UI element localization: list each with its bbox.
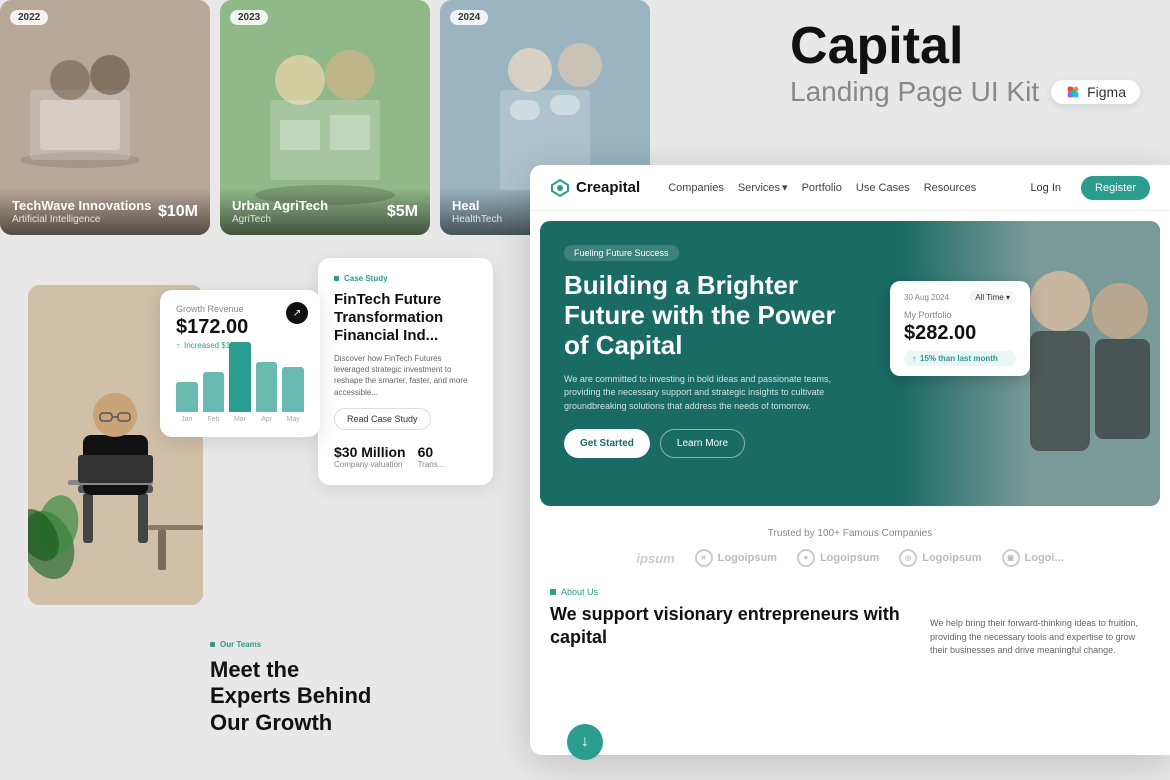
about-desc: We help bring their forward-thinking ide… <box>930 587 1150 658</box>
growth-arrow-icon: ↗ <box>286 302 308 324</box>
nav-usecases[interactable]: Use Cases <box>856 181 910 194</box>
growth-widget: ↗ Growth Revenue $172.00 ↑ Increased $15… <box>160 290 320 437</box>
figma-icon <box>1065 84 1081 100</box>
invest-card-2[interactable]: 2023 Urban AgriTech AgriTech $5M <box>220 0 430 235</box>
right-title-section: Capital Landing Page UI Kit Figma <box>790 20 1140 108</box>
growth-months: Jan Feb Mar Apr May <box>176 416 304 423</box>
hero-tag: Fueling Future Success <box>564 245 679 261</box>
logo-circle-5: ▣ <box>1002 549 1020 567</box>
navbar: Creapital Companies Services ▾ Portfolio… <box>530 165 1170 211</box>
page-subtitle: Landing Page UI Kit Figma <box>790 76 1140 108</box>
case-study-title: FinTech Future Transformation Financial … <box>334 291 477 345</box>
hero-desc: We are committed to investing in bold id… <box>564 373 856 414</box>
logo-item-5: ▣ Logoi... <box>1002 549 1064 567</box>
nav-portfolio[interactable]: Portfolio <box>802 181 842 194</box>
case-study-card: Case Study FinTech Future Transformation… <box>318 258 493 485</box>
nav-actions: Log In Register <box>1020 176 1150 200</box>
case-stat-2: 60 Trans... <box>418 444 445 469</box>
nav-logo[interactable]: Creapital <box>550 178 640 198</box>
growth-bar-feb <box>203 372 225 412</box>
year-badge-1: 2022 <box>10 10 48 25</box>
growth-bar-jan <box>176 382 198 412</box>
page-title: Capital <box>790 20 1140 72</box>
logo-item-2: ✕ Logoipsum <box>695 549 777 567</box>
year-badge-3: 2024 <box>450 10 488 25</box>
card-amount-2: $5M <box>387 203 418 221</box>
portfolio-card: 30 Aug 2024 All Time ▾ My Portfolio $282… <box>890 281 1030 376</box>
canvas: Capital Landing Page UI Kit Figma <box>0 0 1170 780</box>
hero-content: Fueling Future Success Building a Bright… <box>540 221 880 480</box>
logo-circle-3: ✦ <box>797 549 815 567</box>
case-stat-label-2: Trans... <box>418 460 445 469</box>
nav-resources[interactable]: Resources <box>924 181 977 194</box>
case-stat-1: $30 Million Company valuation <box>334 444 406 469</box>
logo-item-4: ◎ Logoipsum <box>899 549 981 567</box>
trusted-label: Trusted by 100+ Famous Companies <box>550 528 1150 539</box>
case-stats: $30 Million Company valuation 60 Trans..… <box>334 444 477 469</box>
hero-title: Building a Brighter Future with the Powe… <box>564 271 856 361</box>
learn-more-button[interactable]: Learn More <box>660 429 745 458</box>
hero-section: Fueling Future Success Building a Bright… <box>540 221 1160 506</box>
nav-companies[interactable]: Companies <box>668 181 724 194</box>
portfolio-label: My Portfolio <box>904 310 1016 320</box>
growth-bar-may <box>282 367 304 412</box>
about-section: About Us We support visionary entreprene… <box>530 575 1170 670</box>
teams-title: Meet the Experts Behind Our Growth <box>210 657 385 736</box>
card-amount-1: $10M <box>158 203 198 221</box>
teams-tag-dot <box>210 642 215 647</box>
month-mar: Mar <box>229 416 251 423</box>
portfolio-date: 30 Aug 2024 <box>904 293 949 302</box>
case-study-tag: Case Study <box>334 274 477 283</box>
logo-icon <box>550 178 570 198</box>
logo-item-1: ipsum <box>636 551 674 566</box>
invest-card-1[interactable]: 2022 TechWave Innovations Artificial Int… <box>0 0 210 235</box>
about-title: We support visionary entrepreneurs with … <box>550 603 910 648</box>
growth-bars <box>176 362 304 412</box>
logos-row: ipsum ✕ Logoipsum ✦ Logoipsum ◎ Logoipsu… <box>550 549 1150 567</box>
year-badge-2: 2023 <box>230 10 268 25</box>
scroll-down-button[interactable]: ↓ <box>567 724 603 760</box>
hero-buttons: Get Started Learn More <box>564 429 856 458</box>
get-started-button[interactable]: Get Started <box>564 429 650 458</box>
about-tag: About Us <box>550 587 910 597</box>
case-stat-value-2: 60 <box>418 444 445 460</box>
portfolio-change: ↑ 15% than last month <box>904 351 1016 366</box>
nav-logo-text: Creapital <box>576 179 640 196</box>
browser-mockup: Creapital Companies Services ▾ Portfolio… <box>530 165 1170 755</box>
nav-links: Companies Services ▾ Portfolio Use Cases… <box>668 181 1002 194</box>
case-study-tag-dot <box>334 276 339 281</box>
nav-services[interactable]: Services ▾ <box>738 181 788 194</box>
growth-label: Growth Revenue <box>176 304 304 314</box>
case-stat-label-1: Company valuation <box>334 460 406 469</box>
portfolio-amount: $282.00 <box>904 322 1016 345</box>
portfolio-time-select[interactable]: All Time ▾ <box>969 291 1016 304</box>
logo-circle-2: ✕ <box>695 549 713 567</box>
logo-circle-4: ◎ <box>899 549 917 567</box>
teams-card: Our Teams Meet the Experts Behind Our Gr… <box>210 640 385 736</box>
about-tag-dot <box>550 589 556 595</box>
figma-badge: Figma <box>1051 80 1140 104</box>
logo-item-3: ✦ Logoipsum <box>797 549 879 567</box>
about-left: About Us We support visionary entreprene… <box>550 587 910 658</box>
register-button[interactable]: Register <box>1081 176 1150 200</box>
figma-label: Figma <box>1087 84 1126 100</box>
growth-bar-apr <box>256 362 278 412</box>
growth-amount: $172.00 <box>176 316 304 339</box>
portfolio-date-row: 30 Aug 2024 All Time ▾ <box>904 291 1016 304</box>
teams-tag: Our Teams <box>210 640 385 649</box>
read-case-button[interactable]: Read Case Study <box>334 408 431 430</box>
trusted-section: Trusted by 100+ Famous Companies ipsum ✕… <box>530 516 1170 575</box>
growth-bar-mar <box>229 342 251 412</box>
month-may: May <box>282 416 304 423</box>
case-stat-value-1: $30 Million <box>334 444 406 460</box>
login-button[interactable]: Log In <box>1020 177 1071 199</box>
month-apr: Apr <box>256 416 278 423</box>
case-study-desc: Discover how FinTech Futures leveraged s… <box>334 353 477 398</box>
month-feb: Feb <box>203 416 225 423</box>
month-jan: Jan <box>176 416 198 423</box>
